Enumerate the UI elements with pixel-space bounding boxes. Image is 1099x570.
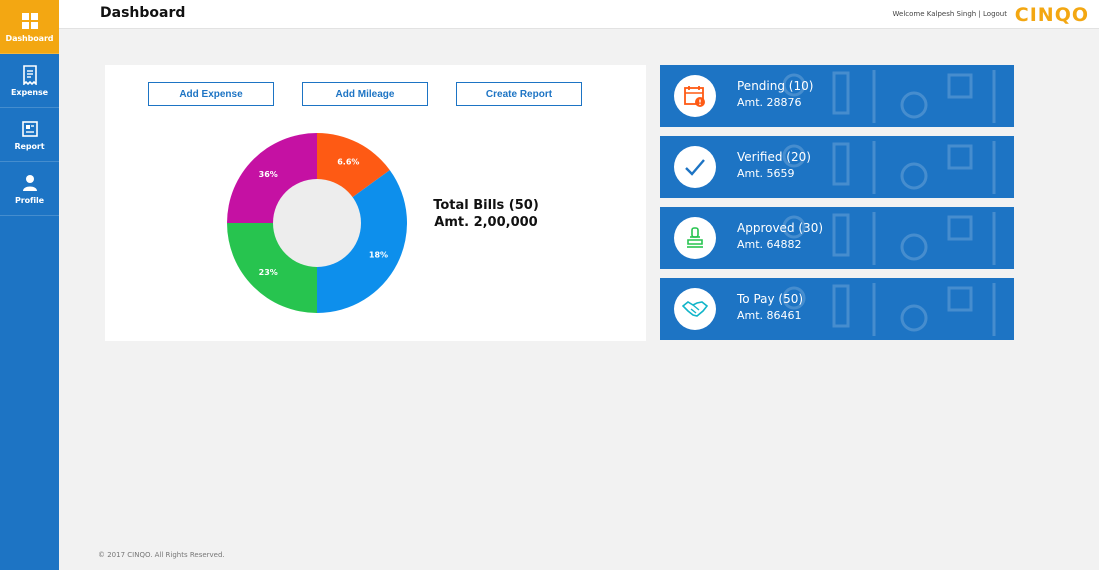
add-expense-button[interactable]: Add Expense [148,82,274,106]
status-card-to-pay[interactable]: To Pay (50) Amt. 86461 [660,278,1014,340]
sidebar-item-label: Profile [15,195,44,205]
receipt-icon [20,64,40,85]
approved-icon-circle [674,217,716,259]
add-mileage-button[interactable]: Add Mileage [302,82,428,106]
cinqo-logo: CINQO [1015,4,1089,26]
checkmark-icon [685,159,705,176]
verified-amount: Amt. 5659 [737,167,795,180]
sidebar: Dashboard Expense Report Profile [0,0,59,570]
stamp-icon [687,227,703,248]
to-pay-title: To Pay (50) [737,292,804,306]
verified-title: Verified (20) [737,150,811,164]
logo-text: CINQO [1014,4,1089,26]
total-bills-amount: Amt. 2,00,000 [434,215,538,230]
sidebar-item-label: Expense [11,87,48,97]
sidebar-item-dashboard[interactable]: Dashboard [0,0,59,54]
dashboard-grid-icon [20,11,40,31]
sidebar-item-expense[interactable]: Expense [0,54,59,108]
pending-amount: Amt. 28876 [737,96,802,109]
bills-donut-chart: 6.6% 18% 23% 36% [227,133,407,313]
page-title: Dashboard [100,5,186,21]
donut-center-hole [273,179,361,267]
to-pay-icon-circle [674,288,716,330]
to-pay-amount: Amt. 86461 [737,309,802,322]
verified-icon-circle [674,146,716,188]
status-card-pending[interactable]: Pending (10) Amt. 28876 [660,65,1014,127]
status-card-approved[interactable]: Approved (30) Amt. 64882 [660,207,1014,269]
calendar-alert-icon [684,86,705,107]
total-bills-count: Total Bills (50) [433,198,539,213]
sidebar-item-profile[interactable]: Profile [0,162,59,216]
donut-slice-label: 23% [259,268,278,277]
approved-title: Approved (30) [737,221,824,235]
welcome-text[interactable]: Welcome Kalpesh Singh | Logout [893,10,1008,18]
footer-copyright: © 2017 CINQO. All Rights Reserved. [98,551,225,559]
card-pattern-decoration [782,141,996,194]
pending-icon-circle [674,75,716,117]
sidebar-item-report[interactable]: Report [0,108,59,162]
approved-amount: Amt. 64882 [737,238,802,251]
handshake-icon [682,301,708,317]
sidebar-item-label: Dashboard [5,33,54,43]
donut-slice-label: 18% [369,250,388,259]
sidebar-item-label: Report [14,141,45,151]
donut-slice-label: 36% [259,170,278,179]
status-card-verified[interactable]: Verified (20) Amt. 5659 [660,136,1014,198]
welcome-logout-link[interactable]: Welcome Kalpesh Singh | Logout [893,10,1008,18]
total-bills-summary: Total Bills (50) Amt. 2,00,000 [425,197,547,231]
create-report-button[interactable]: Create Report [456,82,582,106]
expense-overview-panel: Add Expense Add Mileage Create Report 6.… [105,65,646,341]
donut-slice-label: 6.6% [337,158,359,167]
pending-title: Pending (10) [737,79,814,93]
top-header: Dashboard Welcome Kalpesh Singh | Logout… [59,0,1099,29]
report-icon [20,119,40,139]
user-icon [20,173,40,193]
